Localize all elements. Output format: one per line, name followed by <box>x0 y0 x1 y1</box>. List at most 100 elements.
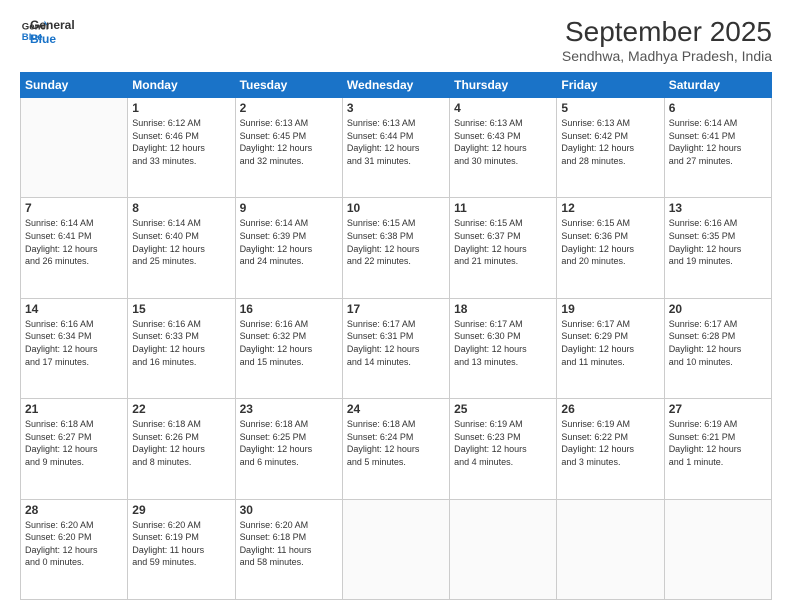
day-cell-24: 24 Sunrise: 6:18 AM Sunset: 6:24 PM Dayli… <box>342 399 449 499</box>
day-cell-23: 23 Sunrise: 6:18 AM Sunset: 6:25 PM Dayli… <box>235 399 342 499</box>
empty-cell <box>450 499 557 599</box>
empty-cell <box>342 499 449 599</box>
empty-cell <box>21 98 128 198</box>
day-info-15: Sunrise: 6:16 AM Sunset: 6:33 PM Dayligh… <box>132 318 230 368</box>
day-info-25: Sunrise: 6:19 AM Sunset: 6:23 PM Dayligh… <box>454 418 552 468</box>
day-cell-20: 20Sunrise: 6:17 AM Sunset: 6:28 PM Dayli… <box>664 298 771 398</box>
page: General Blue General Blue September 2025… <box>0 0 792 612</box>
day-info-21: Sunrise: 6:18 AM Sunset: 6:27 PM Dayligh… <box>25 418 123 468</box>
day-number-6: 6 <box>669 101 767 115</box>
day-info-2: Sunrise: 6:13 AM Sunset: 6:45 PM Dayligh… <box>240 117 338 167</box>
day-cell-25: 25 Sunrise: 6:19 AM Sunset: 6:23 PM Dayli… <box>450 399 557 499</box>
day-info-7: Sunrise: 6:14 AM Sunset: 6:41 PM Dayligh… <box>25 217 123 267</box>
day-info-28: Sunrise: 6:20 AM Sunset: 6:20 PM Dayligh… <box>25 519 123 569</box>
day-number-3: 3 <box>347 101 445 115</box>
day-info-1: Sunrise: 6:12 AM Sunset: 6:46 PM Dayligh… <box>132 117 230 167</box>
day-info-12: Sunrise: 6:15 AM Sunset: 6:36 PM Dayligh… <box>561 217 659 267</box>
day-cell-2: 2Sunrise: 6:13 AM Sunset: 6:45 PM Daylig… <box>235 98 342 198</box>
day-info-22: Sunrise: 6:18 AM Sunset: 6:26 PM Dayligh… <box>132 418 230 468</box>
day-number-7: 7 <box>25 201 123 215</box>
day-cell-12: 12 Sunrise: 6:15 AM Sunset: 6:36 PM Dayli… <box>557 198 664 298</box>
day-info-20: Sunrise: 6:17 AM Sunset: 6:28 PM Dayligh… <box>669 318 767 368</box>
day-number-21: 21 <box>25 402 123 416</box>
day-cell-16: 16Sunrise: 6:16 AM Sunset: 6:32 PM Dayli… <box>235 298 342 398</box>
day-cell-15: 15 Sunrise: 6:16 AM Sunset: 6:33 PM Dayli… <box>128 298 235 398</box>
day-number-16: 16 <box>240 302 338 316</box>
day-number-9: 9 <box>240 201 338 215</box>
day-number-18: 18 <box>454 302 552 316</box>
day-info-24: Sunrise: 6:18 AM Sunset: 6:24 PM Dayligh… <box>347 418 445 468</box>
weekday-header-saturday: Saturday <box>664 73 771 98</box>
day-info-19: Sunrise: 6:17 AM Sunset: 6:29 PM Dayligh… <box>561 318 659 368</box>
day-number-19: 19 <box>561 302 659 316</box>
weekday-header-tuesday: Tuesday <box>235 73 342 98</box>
weekday-header-monday: Monday <box>128 73 235 98</box>
header: General Blue General Blue September 2025… <box>20 16 772 64</box>
day-number-1: 1 <box>132 101 230 115</box>
day-info-4: Sunrise: 6:13 AM Sunset: 6:43 PM Dayligh… <box>454 117 552 167</box>
day-cell-26: 26 Sunrise: 6:19 AM Sunset: 6:22 PM Dayli… <box>557 399 664 499</box>
day-cell-19: 19 Sunrise: 6:17 AM Sunset: 6:29 PM Dayli… <box>557 298 664 398</box>
day-cell-13: 13Sunrise: 6:16 AM Sunset: 6:35 PM Dayli… <box>664 198 771 298</box>
day-info-30: Sunrise: 6:20 AM Sunset: 6:18 PM Dayligh… <box>240 519 338 569</box>
day-info-17: Sunrise: 6:17 AM Sunset: 6:31 PM Dayligh… <box>347 318 445 368</box>
day-number-4: 4 <box>454 101 552 115</box>
day-info-14: Sunrise: 6:16 AM Sunset: 6:34 PM Dayligh… <box>25 318 123 368</box>
day-number-10: 10 <box>347 201 445 215</box>
day-number-23: 23 <box>240 402 338 416</box>
logo-text-general: General <box>30 18 75 32</box>
day-info-13: Sunrise: 6:16 AM Sunset: 6:35 PM Dayligh… <box>669 217 767 267</box>
day-cell-29: 29 Sunrise: 6:20 AM Sunset: 6:19 PM Dayli… <box>128 499 235 599</box>
day-number-5: 5 <box>561 101 659 115</box>
day-cell-7: 7 Sunrise: 6:14 AM Sunset: 6:41 PM Daylig… <box>21 198 128 298</box>
day-cell-9: 9 Sunrise: 6:14 AM Sunset: 6:39 PM Daylig… <box>235 198 342 298</box>
weekday-header-sunday: Sunday <box>21 73 128 98</box>
day-info-3: Sunrise: 6:13 AM Sunset: 6:44 PM Dayligh… <box>347 117 445 167</box>
day-cell-1: 1 Sunrise: 6:12 AM Sunset: 6:46 PM Daylig… <box>128 98 235 198</box>
day-info-5: Sunrise: 6:13 AM Sunset: 6:42 PM Dayligh… <box>561 117 659 167</box>
calendar-table: SundayMondayTuesdayWednesdayThursdayFrid… <box>20 72 772 600</box>
day-cell-4: 4 Sunrise: 6:13 AM Sunset: 6:43 PM Daylig… <box>450 98 557 198</box>
weekday-header-friday: Friday <box>557 73 664 98</box>
day-number-8: 8 <box>132 201 230 215</box>
location-subtitle: Sendhwa, Madhya Pradesh, India <box>562 48 772 64</box>
title-block: September 2025 Sendhwa, Madhya Pradesh, … <box>562 16 772 64</box>
day-cell-10: 10 Sunrise: 6:15 AM Sunset: 6:38 PM Dayli… <box>342 198 449 298</box>
day-info-11: Sunrise: 6:15 AM Sunset: 6:37 PM Dayligh… <box>454 217 552 267</box>
day-cell-8: 8Sunrise: 6:14 AM Sunset: 6:40 PM Daylig… <box>128 198 235 298</box>
day-number-26: 26 <box>561 402 659 416</box>
day-info-10: Sunrise: 6:15 AM Sunset: 6:38 PM Dayligh… <box>347 217 445 267</box>
day-number-14: 14 <box>25 302 123 316</box>
day-cell-21: 21 Sunrise: 6:18 AM Sunset: 6:27 PM Dayli… <box>21 399 128 499</box>
day-info-18: Sunrise: 6:17 AM Sunset: 6:30 PM Dayligh… <box>454 318 552 368</box>
day-number-12: 12 <box>561 201 659 215</box>
empty-cell <box>557 499 664 599</box>
day-info-26: Sunrise: 6:19 AM Sunset: 6:22 PM Dayligh… <box>561 418 659 468</box>
day-info-6: Sunrise: 6:14 AM Sunset: 6:41 PM Dayligh… <box>669 117 767 167</box>
day-number-30: 30 <box>240 503 338 517</box>
day-number-24: 24 <box>347 402 445 416</box>
logo-text-blue: Blue <box>30 32 75 46</box>
day-cell-27: 27 Sunrise: 6:19 AM Sunset: 6:21 PM Dayli… <box>664 399 771 499</box>
day-number-25: 25 <box>454 402 552 416</box>
day-cell-17: 17 Sunrise: 6:17 AM Sunset: 6:31 PM Dayli… <box>342 298 449 398</box>
day-info-23: Sunrise: 6:18 AM Sunset: 6:25 PM Dayligh… <box>240 418 338 468</box>
day-number-22: 22 <box>132 402 230 416</box>
day-number-15: 15 <box>132 302 230 316</box>
day-number-27: 27 <box>669 402 767 416</box>
empty-cell <box>664 499 771 599</box>
day-cell-22: 22 Sunrise: 6:18 AM Sunset: 6:26 PM Dayli… <box>128 399 235 499</box>
day-number-29: 29 <box>132 503 230 517</box>
day-info-27: Sunrise: 6:19 AM Sunset: 6:21 PM Dayligh… <box>669 418 767 468</box>
day-cell-14: 14 Sunrise: 6:16 AM Sunset: 6:34 PM Dayli… <box>21 298 128 398</box>
month-title: September 2025 <box>562 16 772 48</box>
day-cell-28: 28Sunrise: 6:20 AM Sunset: 6:20 PM Dayli… <box>21 499 128 599</box>
day-info-29: Sunrise: 6:20 AM Sunset: 6:19 PM Dayligh… <box>132 519 230 569</box>
day-info-9: Sunrise: 6:14 AM Sunset: 6:39 PM Dayligh… <box>240 217 338 267</box>
day-cell-11: 11Sunrise: 6:15 AM Sunset: 6:37 PM Dayli… <box>450 198 557 298</box>
day-cell-18: 18 Sunrise: 6:17 AM Sunset: 6:30 PM Dayli… <box>450 298 557 398</box>
weekday-header-thursday: Thursday <box>450 73 557 98</box>
weekday-header-wednesday: Wednesday <box>342 73 449 98</box>
day-cell-30: 30 Sunrise: 6:20 AM Sunset: 6:18 PM Dayli… <box>235 499 342 599</box>
day-number-17: 17 <box>347 302 445 316</box>
